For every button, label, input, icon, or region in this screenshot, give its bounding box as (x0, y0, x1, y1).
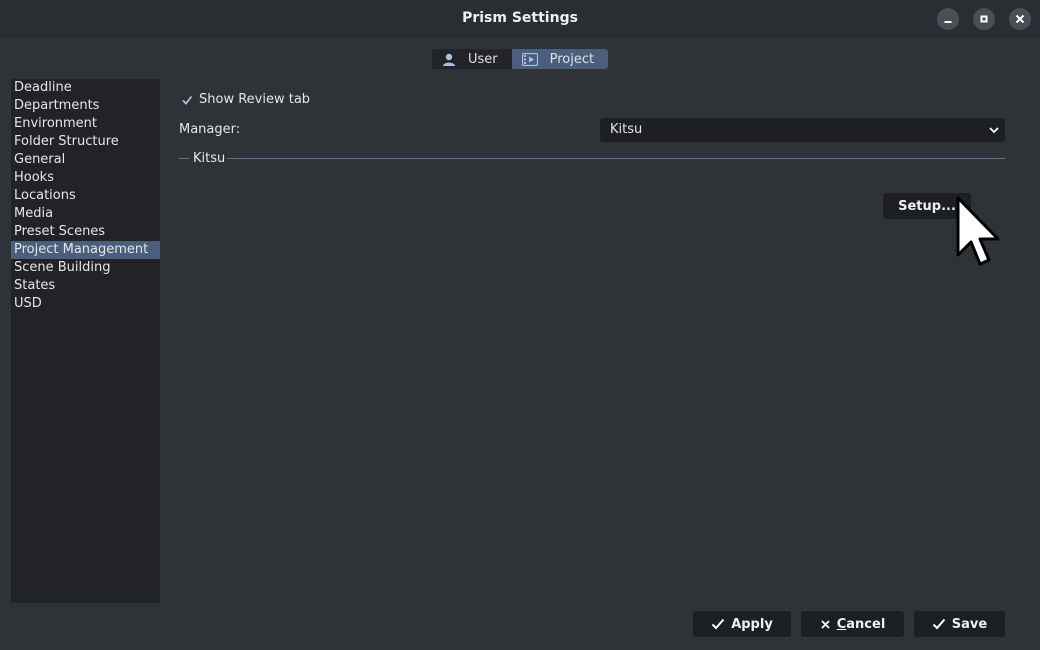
prism-settings-window: Prism Settings User Project Deadline Dep… (0, 0, 1040, 650)
apply-button[interactable]: Apply (693, 611, 791, 637)
close-icon (1015, 14, 1025, 24)
sidebar-item-scene-building[interactable]: Scene Building (11, 259, 160, 277)
setup-button-label: Setup... (898, 198, 956, 214)
title-bar: Prism Settings (0, 0, 1040, 38)
sidebar-item-folder-structure[interactable]: Folder Structure (11, 133, 160, 151)
cancel-button[interactable]: Cancel (801, 611, 904, 637)
chevron-down-icon (989, 118, 999, 142)
mouse-pointer-icon (955, 195, 1001, 275)
sidebar-item-departments[interactable]: Departments (11, 97, 160, 115)
save-button[interactable]: Save (914, 611, 1005, 637)
sidebar-item-deadline[interactable]: Deadline (11, 79, 160, 97)
save-button-label: Save (951, 616, 988, 632)
checkmark-icon (181, 94, 193, 106)
show-review-tab-checkbox[interactable]: Show Review tab (181, 92, 310, 107)
sidebar-item-project-management[interactable]: Project Management (11, 241, 160, 259)
check-icon (932, 618, 946, 630)
settings-tab-bar: User Project (432, 49, 609, 69)
project-icon (521, 52, 538, 66)
maximize-icon (980, 15, 988, 23)
sidebar-item-usd[interactable]: USD (11, 295, 160, 313)
tab-user[interactable]: User (432, 49, 512, 69)
tab-project[interactable]: Project (511, 49, 609, 69)
cancel-mnemonic: C (836, 616, 847, 632)
sidebar-item-preset-scenes[interactable]: Preset Scenes (11, 223, 160, 241)
cancel-x-icon (821, 619, 830, 629)
close-button[interactable] (1009, 8, 1031, 30)
check-icon (711, 618, 725, 630)
tab-project-label: Project (549, 51, 595, 67)
minimize-button[interactable] (937, 8, 959, 30)
sidebar-item-general[interactable]: General (11, 151, 160, 169)
sidebar-item-environment[interactable]: Environment (11, 115, 160, 133)
manager-dropdown-value: Kitsu (610, 122, 643, 137)
window-title: Prism Settings (462, 10, 578, 26)
manager-label: Manager: (179, 122, 241, 137)
sidebar-item-hooks[interactable]: Hooks (11, 169, 160, 187)
sidebar-item-locations[interactable]: Locations (11, 187, 160, 205)
apply-button-label: Apply (731, 616, 773, 632)
manager-dropdown[interactable]: Kitsu (600, 118, 1005, 142)
group-divider-left (179, 158, 189, 159)
group-divider-right (227, 158, 1005, 159)
settings-category-list: Deadline Departments Environment Folder … (11, 79, 160, 603)
cancel-rest: ancel (846, 616, 886, 632)
maximize-button[interactable] (973, 8, 995, 30)
sidebar-item-states[interactable]: States (11, 277, 160, 295)
sidebar-item-media[interactable]: Media (11, 205, 160, 223)
show-review-tab-label: Show Review tab (199, 92, 311, 107)
cancel-button-label: Cancel (837, 617, 886, 632)
minimize-icon (944, 21, 952, 23)
tab-user-label: User (468, 51, 498, 67)
kitsu-group-title: Kitsu (193, 151, 226, 166)
user-icon (442, 53, 456, 66)
